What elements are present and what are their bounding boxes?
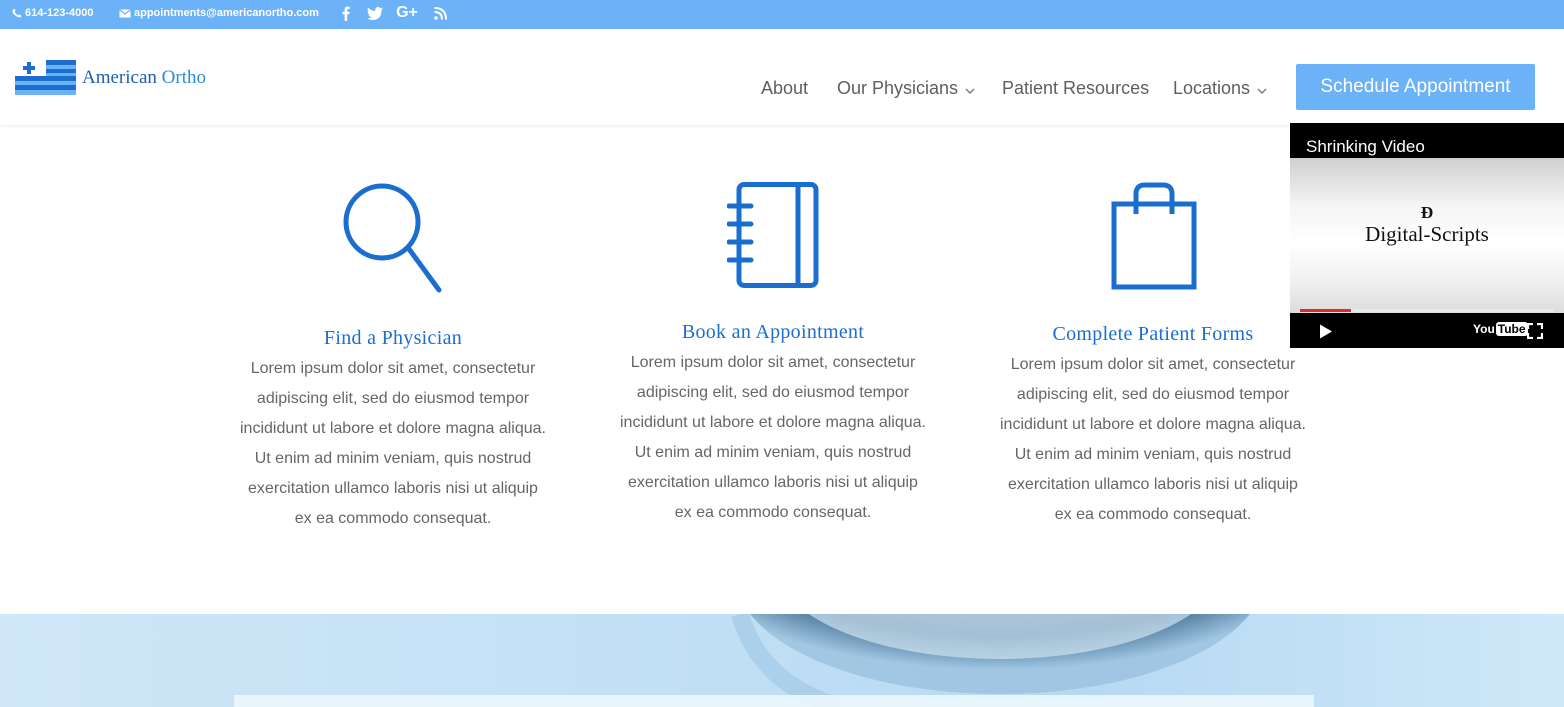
feature-description: Lorem ipsum dolor sit amet, consectetur …: [620, 354, 926, 521]
nav-item-locations[interactable]: Locations: [1173, 78, 1267, 99]
logo-flag-icon: [15, 60, 76, 95]
envelope-icon: [119, 8, 131, 17]
youtube-you: You: [1473, 322, 1495, 336]
video-progress-fill: [1300, 309, 1351, 312]
facebook-icon[interactable]: [340, 4, 352, 22]
play-icon[interactable]: [1319, 324, 1333, 339]
phone-number: 614-123-4000: [25, 7, 94, 19]
phone-link[interactable]: 614-123-4000: [12, 7, 94, 19]
channel-logo: Ð: [1420, 203, 1434, 222]
youtube-tube: Tube: [1495, 322, 1528, 336]
nav-item-patient-resources[interactable]: Patient Resources: [1002, 78, 1149, 99]
shopping-bag-icon: [1111, 182, 1197, 290]
phone-icon: [12, 8, 22, 18]
channel-name: Digital-Scripts: [1365, 222, 1489, 246]
feature-patient-forms: Complete Patient Forms Lorem ipsum dolor…: [993, 125, 1313, 545]
email-address: appointments@americanortho.com: [134, 7, 319, 19]
feature-description: Lorem ipsum dolor sit amet, consectetur …: [240, 360, 546, 527]
youtube-logo[interactable]: You Tube: [1473, 322, 1528, 336]
nav-label: Patient Resources: [1002, 78, 1150, 98]
fullscreen-icon[interactable]: [1527, 323, 1543, 339]
chevron-down-icon: [1257, 78, 1267, 99]
nav-item-about[interactable]: About: [761, 78, 808, 99]
logo-word-american: American: [82, 66, 157, 88]
nav-label: Locations: [1173, 78, 1251, 98]
site-header: American Ortho About Our Physicians Pati…: [0, 29, 1564, 125]
rss-icon[interactable]: [433, 4, 447, 22]
nav-label: Our Physicians: [837, 78, 959, 98]
schedule-appointment-button[interactable]: Schedule Appointment: [1296, 64, 1535, 110]
video-controls: You Tube: [1290, 313, 1564, 348]
search-icon: [343, 183, 442, 293]
video-player[interactable]: Shrinking Video Ð Digital-Scripts You Tub…: [1290, 123, 1564, 348]
feature-book-appointment: Book an Appointment Lorem ipsum dolor si…: [613, 125, 933, 545]
hero-stethoscope-image: [0, 614, 1564, 707]
feature-title[interactable]: Find a Physician: [233, 327, 553, 350]
email-link[interactable]: appointments@americanortho.com: [119, 7, 319, 19]
chevron-down-icon: [965, 78, 975, 99]
video-frame[interactable]: Ð Digital-Scripts: [1290, 158, 1564, 313]
logo[interactable]: American Ortho: [15, 60, 206, 95]
google-plus-icon[interactable]: G+: [395, 4, 419, 22]
logo-word-ortho: Ortho: [161, 66, 206, 88]
feature-find-physician: Find a Physician Lorem ipsum dolor sit a…: [233, 125, 553, 545]
video-progress-bar[interactable]: [1300, 309, 1554, 312]
hero-content-panel: [234, 695, 1314, 707]
video-title[interactable]: Shrinking Video: [1306, 137, 1425, 157]
nav-label: About: [761, 78, 809, 98]
top-bar: 614-123-4000 appointments@americanortho.…: [0, 0, 1564, 29]
notebook-icon: [727, 182, 819, 288]
twitter-icon[interactable]: [366, 4, 384, 22]
feature-description: Lorem ipsum dolor sit amet, consectetur …: [1000, 356, 1306, 523]
nav-item-our-physicians[interactable]: Our Physicians: [837, 78, 975, 99]
feature-title[interactable]: Complete Patient Forms: [993, 323, 1313, 346]
logo-text: American Ortho: [82, 67, 206, 89]
feature-title[interactable]: Book an Appointment: [613, 321, 933, 344]
stethoscope-illustration: [731, 614, 1250, 707]
